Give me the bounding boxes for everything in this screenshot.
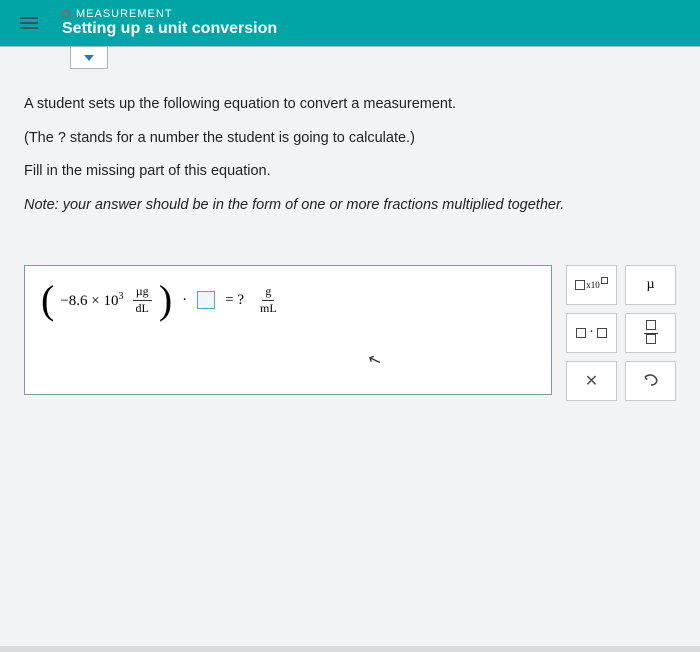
chevron-down-icon (84, 55, 94, 61)
cursor-icon: ↖ (365, 348, 384, 371)
answer-input-slot[interactable] (197, 291, 215, 309)
tool-multiply[interactable]: · (566, 313, 617, 353)
right-paren: ) (159, 280, 172, 320)
placeholder-box-icon (575, 280, 585, 290)
tool-mu-label: µ (646, 277, 654, 293)
breadcrumb-label: MEASUREMENT (76, 8, 173, 20)
toolbox: x10 µ · ✕ (566, 265, 676, 401)
close-icon: ✕ (585, 371, 598, 391)
right-fraction: g mL (254, 285, 283, 316)
multiply-dot: · (176, 292, 193, 309)
page-title: Setting up a unit conversion (62, 20, 277, 38)
right-frac-den: mL (257, 301, 280, 316)
content-area: A student sets up the following equation… (0, 46, 700, 646)
equals-text: = ? (219, 292, 250, 309)
tool-sci-sub: x10 (586, 280, 600, 290)
tool-undo[interactable] (625, 361, 676, 401)
note-text: your answer should be in the form of one… (59, 197, 565, 213)
left-paren: ( (41, 280, 54, 320)
coef-base: −8.6 × 10 (60, 293, 118, 309)
question-line-3: Fill in the missing part of this equatio… (24, 158, 676, 186)
top-bar: MEASUREMENT Setting up a unit conversion (0, 0, 700, 46)
answer-row: ( −8.6 × 103 µg dL ) · = ? g mL ↖ (24, 265, 676, 401)
equation: ( −8.6 × 103 µg dL ) · = ? g mL (41, 280, 535, 320)
tool-dot-op: · (589, 325, 594, 341)
tool-clear[interactable]: ✕ (566, 361, 617, 401)
placeholder-sup-box-icon (601, 277, 608, 284)
question-line-1: A student sets up the following equation… (24, 91, 676, 119)
question-text: A student sets up the following equation… (0, 47, 700, 245)
tool-fraction[interactable] (625, 313, 676, 353)
expand-toggle[interactable] (70, 47, 108, 69)
coefficient: −8.6 × 103 (58, 291, 125, 310)
placeholder-box-icon (646, 320, 656, 330)
left-frac-den: dL (133, 301, 152, 316)
tool-mu[interactable]: µ (625, 265, 676, 305)
undo-icon (642, 370, 660, 393)
placeholder-box-icon (646, 334, 656, 344)
status-dot-icon (62, 10, 70, 18)
question-note: Note: your answer should be in the form … (24, 192, 676, 220)
note-label: Note: (24, 197, 59, 213)
menu-icon[interactable] (16, 13, 42, 33)
tool-scientific-notation[interactable]: x10 (566, 265, 617, 305)
coef-exp: 3 (119, 291, 124, 302)
placeholder-box-icon (597, 328, 607, 338)
left-frac-num: µg (133, 285, 152, 301)
placeholder-box-icon (576, 328, 586, 338)
answer-box[interactable]: ( −8.6 × 103 µg dL ) · = ? g mL ↖ (24, 265, 552, 395)
right-frac-num: g (262, 285, 274, 301)
left-fraction: µg dL (130, 285, 155, 316)
breadcrumb: MEASUREMENT (62, 8, 277, 20)
question-line-2: (The ? stands for a number the student i… (24, 125, 676, 153)
